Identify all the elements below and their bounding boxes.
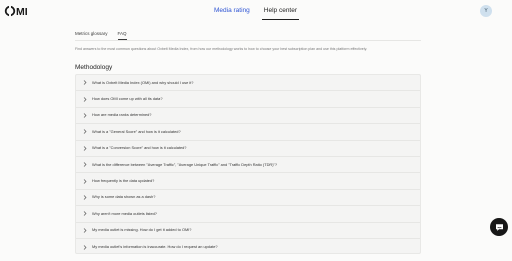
- chevron-right-icon: [83, 178, 88, 184]
- faq-question: How are media ranks determined?: [92, 112, 152, 118]
- faq-item[interactable]: What is a "General Score" and how is it …: [76, 124, 420, 141]
- section-title-methodology: Methodology: [75, 64, 113, 71]
- faq-item[interactable]: My media outlet's information is inaccur…: [76, 239, 420, 255]
- faq-question: Why is some data shown as a dash?: [92, 194, 156, 200]
- faq-item[interactable]: What is the difference between "Average …: [76, 157, 420, 174]
- subnav-divider: [75, 40, 421, 41]
- chevron-right-icon: [83, 146, 88, 151]
- faq-intro-text: Find answers to the most common question…: [75, 47, 368, 51]
- faq-item[interactable]: What is Oxbelt Media Index (OMI) and why…: [76, 75, 420, 92]
- faq-item[interactable]: What is a "Conversion Score" and how is …: [76, 141, 420, 157]
- svg-text:MI: MI: [16, 6, 28, 17]
- faq-question: Why aren't more media outlets listed?: [92, 210, 157, 216]
- user-avatar[interactable]: Y: [480, 5, 492, 17]
- tab-metrics-glossary[interactable]: Metrics glossary: [75, 30, 108, 40]
- faq-item[interactable]: My media outlet is missing. How do I get…: [76, 223, 420, 239]
- faq-question: What is Oxbelt Media Index (OMI) and why…: [92, 79, 194, 85]
- omi-logo[interactable]: MI: [4, 4, 34, 18]
- chevron-right-icon: [83, 162, 88, 167]
- faq-item[interactable]: How frequently is the data updated?: [76, 173, 420, 190]
- faq-item[interactable]: How does OMI come up with all its data?: [76, 91, 420, 108]
- omi-logo-mark: MI: [4, 5, 28, 17]
- chevron-right-icon: [83, 211, 88, 217]
- chevron-right-icon: [83, 96, 88, 102]
- faq-question: What is the difference between "Average …: [92, 161, 278, 167]
- chevron-right-icon: [83, 129, 88, 135]
- main-nav: Media rating Help center: [212, 4, 300, 20]
- faq-question: What is a "Conversion Score" and how is …: [92, 145, 187, 151]
- nav-help-center[interactable]: Help center: [261, 4, 300, 20]
- faq-question: How does OMI come up with all its data?: [92, 96, 163, 102]
- chat-bubble-icon: [495, 223, 503, 231]
- chevron-right-icon: [83, 228, 88, 233]
- chevron-right-icon: [83, 244, 88, 250]
- chevron-right-icon: [83, 80, 88, 85]
- chevron-right-icon: [83, 195, 88, 200]
- faq-item[interactable]: Why is some data shown as a dash?: [76, 190, 420, 207]
- chat-support-button[interactable]: [490, 218, 508, 236]
- top-bar: MI Media rating Help center Y: [0, 0, 512, 22]
- help-subnav: Metrics glossary FAQ: [75, 30, 127, 40]
- tab-faq[interactable]: FAQ: [117, 30, 127, 40]
- faq-question: How frequently is the data updated?: [92, 178, 155, 184]
- faq-item[interactable]: Why aren't more media outlets listed?: [76, 206, 420, 223]
- faq-item[interactable]: How are media ranks determined?: [76, 108, 420, 125]
- chevron-right-icon: [83, 113, 88, 118]
- faq-question: My media outlet's information is inaccur…: [92, 244, 218, 250]
- nav-media-rating[interactable]: Media rating: [212, 4, 252, 20]
- faq-question: My media outlet is missing. How do I get…: [92, 227, 192, 233]
- faq-accordion: What is Oxbelt Media Index (OMI) and why…: [75, 74, 421, 254]
- faq-question: What is a "General Score" and how is it …: [92, 128, 181, 134]
